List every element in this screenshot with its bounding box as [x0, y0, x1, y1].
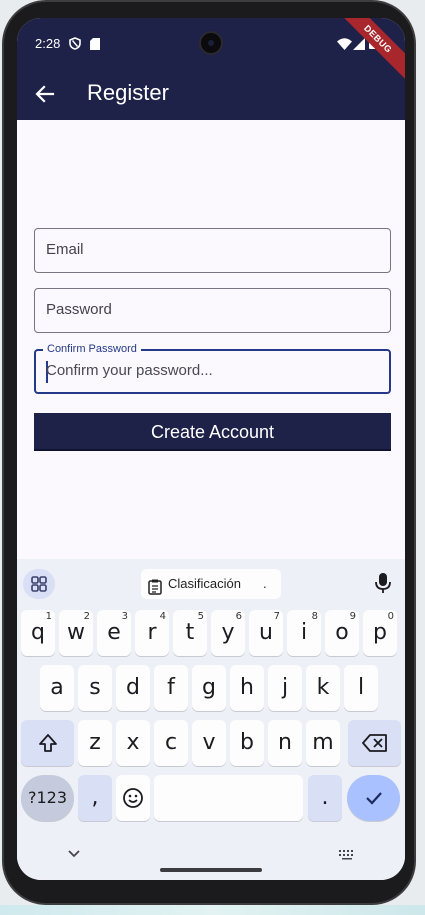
emoji-key[interactable] [116, 775, 150, 821]
app-bar: Register [17, 70, 405, 120]
keyboard-switch-icon[interactable] [339, 847, 355, 865]
checkmark-icon [363, 785, 385, 810]
key-g[interactable]: g [192, 665, 226, 711]
suggestion-extra: . [263, 576, 267, 591]
comma-key[interactable]: , [78, 775, 112, 821]
key-t[interactable]: t5 [173, 610, 207, 656]
clipboard-icon [148, 576, 162, 606]
key-l[interactable]: l [344, 665, 378, 711]
cellular-signal-icon [353, 37, 365, 55]
key-h[interactable]: h [230, 665, 264, 711]
key-u[interactable]: u7 [249, 610, 283, 656]
chevron-down-icon[interactable] [67, 846, 81, 864]
confirm-password-placeholder: Confirm your password... [46, 362, 213, 379]
password-placeholder: Password [46, 301, 112, 318]
key-f[interactable]: f [154, 665, 188, 711]
period-key[interactable]: . [308, 775, 342, 821]
wifi-icon [337, 37, 352, 55]
back-arrow-icon[interactable] [31, 80, 59, 108]
create-account-button[interactable]: Create Account [34, 413, 391, 451]
front-camera [199, 31, 223, 55]
password-field[interactable]: Password [34, 288, 391, 333]
keyboard-toolbar: Clasificación . [17, 559, 405, 607]
shield-icon [69, 37, 81, 55]
key-e[interactable]: e3 [97, 610, 131, 656]
key-q[interactable]: q1 [21, 610, 55, 656]
key-a[interactable]: a [40, 665, 74, 711]
apps-grid-icon[interactable] [23, 569, 55, 599]
key-d[interactable]: d [116, 665, 150, 711]
key-b[interactable]: b [230, 720, 264, 766]
key-k[interactable]: k [306, 665, 340, 711]
key-j[interactable]: j [268, 665, 302, 711]
clipboard-suggestion[interactable]: Clasificación . [141, 569, 281, 599]
gesture-nav-handle[interactable] [160, 868, 262, 872]
on-screen-keyboard: Clasificación . q1 w2 e3 r4 t5 y6 u7 i8 … [17, 559, 405, 880]
key-c[interactable]: c [154, 720, 188, 766]
key-r[interactable]: r4 [135, 610, 169, 656]
confirm-password-label: Confirm Password [43, 343, 141, 355]
confirm-password-field[interactable]: Confirm Password Confirm your password..… [34, 343, 391, 394]
shift-icon [37, 730, 59, 755]
status-bar: 2:28 DEBUG [17, 18, 405, 85]
key-n[interactable]: n [268, 720, 302, 766]
enter-key[interactable] [347, 775, 400, 821]
symbols-key[interactable]: ?123 [21, 775, 74, 821]
top-bar: 2:28 DEBUG Register [17, 18, 405, 120]
sd-card-icon [90, 37, 100, 55]
device-screen: 2:28 DEBUG Register Email Password Confi… [17, 18, 405, 880]
microphone-icon[interactable] [371, 568, 395, 598]
key-z[interactable]: z [78, 720, 112, 766]
key-s[interactable]: s [78, 665, 112, 711]
key-i[interactable]: i8 [287, 610, 321, 656]
keyboard-system-bar [17, 835, 405, 880]
backspace-key[interactable] [348, 720, 401, 766]
suggestion-text: Clasificación [168, 576, 241, 591]
page-title: Register [87, 80, 169, 105]
key-v[interactable]: v [192, 720, 226, 766]
key-x[interactable]: x [116, 720, 150, 766]
emoji-icon [122, 785, 144, 810]
email-field[interactable]: Email [34, 228, 391, 273]
phone-frame: 2:28 DEBUG Register Email Password Confi… [2, 0, 416, 905]
key-p[interactable]: p0 [363, 610, 397, 656]
key-m[interactable]: m [306, 720, 340, 766]
key-w[interactable]: w2 [59, 610, 93, 656]
space-key[interactable] [154, 775, 303, 821]
email-placeholder: Email [46, 241, 84, 258]
key-o[interactable]: o9 [325, 610, 359, 656]
status-time: 2:28 [35, 36, 61, 51]
shift-key[interactable] [21, 720, 74, 766]
key-y[interactable]: y6 [211, 610, 245, 656]
desktop-background-strip [0, 905, 425, 915]
backspace-icon [361, 730, 388, 755]
